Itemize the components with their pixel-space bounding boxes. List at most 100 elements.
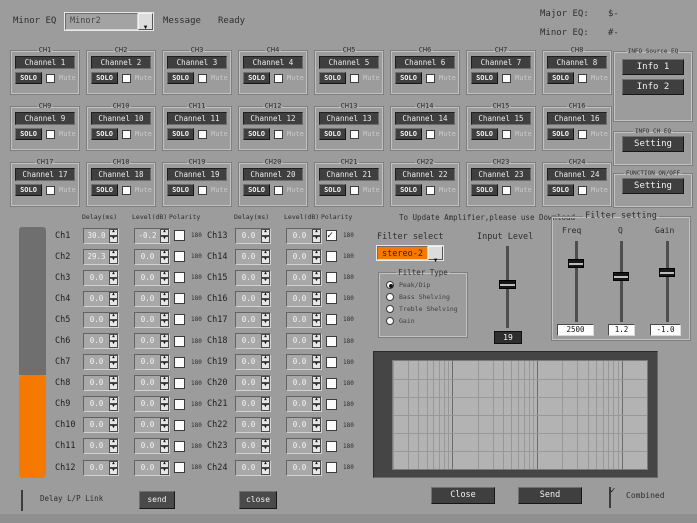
spin-up-icon[interactable] [109, 271, 118, 278]
close-button[interactable]: Close [431, 487, 495, 504]
spin-down-icon[interactable] [109, 468, 118, 475]
spin-up-icon[interactable] [261, 250, 270, 257]
spin-up-icon[interactable] [109, 461, 118, 468]
level-value[interactable]: -0.2 [135, 229, 160, 243]
radio-icon[interactable] [386, 317, 394, 325]
delay-value[interactable]: 0.0 [84, 397, 109, 411]
spin-down-icon[interactable] [261, 446, 270, 453]
spin-up-icon[interactable] [160, 418, 169, 425]
spin-up-icon[interactable] [160, 355, 169, 362]
delay-spinner[interactable]: 0.0 [235, 312, 271, 328]
delay-spinner[interactable]: 0.0 [83, 438, 119, 454]
polarity-checkbox[interactable] [174, 230, 185, 241]
level-value[interactable]: 0.0 [135, 376, 160, 390]
mute-checkbox[interactable] [46, 186, 55, 195]
info-ch-setting-button[interactable]: Setting [622, 136, 684, 152]
delay-spinner[interactable]: 0.0 [235, 270, 271, 286]
gain-slider-track[interactable] [666, 241, 669, 322]
level-spinner[interactable]: 0.0 [134, 291, 170, 307]
level-value[interactable]: 0.0 [287, 250, 312, 264]
delay-spinner[interactable]: 0.0 [83, 417, 119, 433]
level-spinner[interactable]: 0.0 [286, 438, 322, 454]
filter-select-dropdown[interactable]: stereo-2 [376, 245, 444, 261]
filter-type-option[interactable]: Gain [386, 317, 467, 325]
delay-spinner[interactable]: 0.0 [83, 333, 119, 349]
spin-up-icon[interactable] [312, 397, 321, 404]
solo-button[interactable]: SOLO [91, 128, 118, 140]
spin-down-icon[interactable] [312, 257, 321, 264]
level-spinner[interactable]: 0.0 [134, 438, 170, 454]
level-value[interactable]: 0.0 [287, 313, 312, 327]
level-value[interactable]: 0.0 [135, 292, 160, 306]
delay-spinner[interactable]: 30.0 [83, 228, 119, 244]
delay-spinner[interactable]: 0.0 [83, 375, 119, 391]
delay-value[interactable]: 0.0 [84, 418, 109, 432]
solo-button[interactable]: SOLO [167, 184, 194, 196]
spin-down-icon[interactable] [160, 278, 169, 285]
spin-down-icon[interactable] [312, 236, 321, 243]
minor-eq-dropdown[interactable]: Minor2 [64, 12, 154, 31]
spin-up-icon[interactable] [312, 461, 321, 468]
spin-down-icon[interactable] [109, 236, 118, 243]
level-spinner[interactable]: 0.0 [286, 270, 322, 286]
delay-spinner[interactable]: 29.3 [83, 249, 119, 265]
level-value[interactable]: 0.0 [135, 334, 160, 348]
mute-checkbox[interactable] [198, 130, 207, 139]
spin-up-icon[interactable] [109, 355, 118, 362]
spin-down-icon[interactable] [160, 299, 169, 306]
spin-up-icon[interactable] [109, 418, 118, 425]
delay-value[interactable]: 0.0 [84, 271, 109, 285]
level-spinner[interactable]: 0.0 [286, 396, 322, 412]
delay-spinner[interactable]: 0.0 [235, 438, 271, 454]
solo-button[interactable]: SOLO [91, 184, 118, 196]
spin-down-icon[interactable] [312, 446, 321, 453]
delay-spinner[interactable]: 0.0 [83, 312, 119, 328]
delay-value[interactable]: 0.0 [84, 292, 109, 306]
freq-slider-thumb[interactable] [568, 259, 584, 268]
delay-spinner[interactable]: 0.0 [235, 396, 271, 412]
spin-up-icon[interactable] [261, 229, 270, 236]
mute-checkbox[interactable] [502, 186, 511, 195]
filter-type-option[interactable]: Treble Shelving [386, 305, 467, 313]
spin-down-icon[interactable] [261, 468, 270, 475]
spin-up-icon[interactable] [160, 271, 169, 278]
level-spinner[interactable]: 0.0 [134, 270, 170, 286]
mute-checkbox[interactable] [426, 130, 435, 139]
spin-down-icon[interactable] [312, 383, 321, 390]
level-spinner[interactable]: 0.0 [134, 312, 170, 328]
polarity-checkbox[interactable] [326, 230, 337, 241]
level-value[interactable]: 0.0 [287, 271, 312, 285]
spin-down-icon[interactable] [109, 404, 118, 411]
solo-button[interactable]: SOLO [471, 72, 498, 84]
level-value[interactable]: 0.0 [135, 355, 160, 369]
solo-button[interactable]: SOLO [471, 128, 498, 140]
spin-down-icon[interactable] [109, 299, 118, 306]
spin-up-icon[interactable] [109, 250, 118, 257]
spin-down-icon[interactable] [312, 425, 321, 432]
spin-up-icon[interactable] [261, 397, 270, 404]
spin-up-icon[interactable] [312, 439, 321, 446]
delay-spinner[interactable]: 0.0 [235, 228, 271, 244]
level-value[interactable]: 0.0 [287, 292, 312, 306]
delay-spinner[interactable]: 0.0 [83, 354, 119, 370]
delay-value[interactable]: 0.0 [236, 292, 261, 306]
spin-down-icon[interactable] [109, 362, 118, 369]
level-spinner[interactable]: -0.2 [134, 228, 170, 244]
spin-down-icon[interactable] [109, 257, 118, 264]
spin-down-icon[interactable] [261, 341, 270, 348]
spin-up-icon[interactable] [160, 250, 169, 257]
spin-up-icon[interactable] [312, 355, 321, 362]
level-value[interactable]: 0.0 [287, 376, 312, 390]
spin-down-icon[interactable] [261, 320, 270, 327]
spin-up-icon[interactable] [109, 397, 118, 404]
filter-type-option[interactable]: Peak/Dip [386, 281, 467, 289]
level-value[interactable]: 0.0 [135, 271, 160, 285]
polarity-checkbox[interactable] [174, 293, 185, 304]
level-value[interactable]: 0.0 [287, 461, 312, 475]
spin-down-icon[interactable] [261, 236, 270, 243]
solo-button[interactable]: SOLO [395, 128, 422, 140]
spin-up-icon[interactable] [312, 313, 321, 320]
delay-spinner[interactable]: 0.0 [235, 249, 271, 265]
delay-value[interactable]: 0.0 [84, 461, 109, 475]
spin-down-icon[interactable] [312, 362, 321, 369]
